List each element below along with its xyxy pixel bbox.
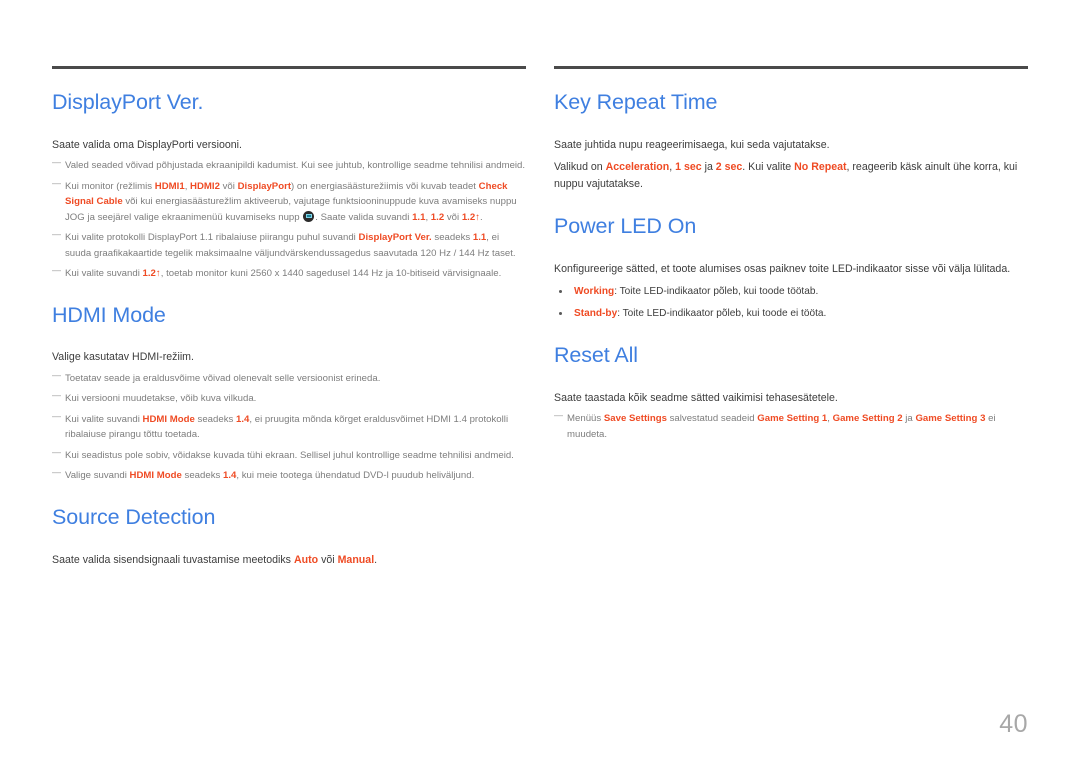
note-version-flicker: Kui versiooni muudetakse, võib kuva vilk… (52, 388, 526, 407)
lead-source-detection: Saate valida sisendsignaali tuvastamise … (52, 553, 378, 566)
left-column: DisplayPort Ver. Saate valida oma Displa… (52, 66, 526, 568)
highlight-term: DisplayPort Ver. (358, 232, 432, 244)
highlight-term: No Repeat (794, 161, 847, 174)
section-title-displayport-ver: DisplayPort Ver. (52, 90, 204, 114)
right-column-top-rule (554, 66, 1028, 69)
highlight-term: Save Settings (603, 413, 667, 425)
section-title-key-repeat-time: Key Repeat Time (554, 90, 718, 114)
highlight-term: 1 sec (675, 161, 702, 174)
highlight-term: Stand-by (574, 308, 618, 320)
section-displayport-ver: DisplayPort Ver. Saate valida oma Displa… (52, 90, 526, 282)
section-power-led-on: Power LED On Konfigureerige sätted, et t… (554, 213, 1028, 322)
two-column-layout: DisplayPort Ver. Saate valida oma Displa… (52, 66, 1028, 568)
note-blank-screen: Kui seadistus pole sobiv, võidakse kuvad… (52, 445, 526, 464)
note-dp12-support: Kui valite suvandi 1.2↑, toetab monitor … (52, 263, 526, 282)
highlight-term: Game Setting 3 (915, 413, 986, 425)
section-hdmi-mode: HDMI Mode Valige kasutatav HDMI-režiim. … (52, 302, 526, 484)
bullet-standby: Stand-by: Toite LED-indikaator põleb, ku… (554, 306, 1028, 322)
highlight-term: Game Setting 1 (757, 413, 828, 425)
jog-menu-icon (303, 210, 315, 222)
highlight-term: 1.2↑ (461, 211, 481, 223)
note-save-settings: Menüüs Save Settings salvestatud seadeid… (554, 408, 1028, 442)
page-number: 40 (999, 710, 1028, 738)
highlight-term: 2 sec (715, 161, 743, 174)
highlight-term: DisplayPort (237, 180, 292, 192)
note-dp11-bandwidth: Kui valite protokolli DisplayPort 1.1 ri… (52, 227, 526, 261)
section-title-hdmi-mode: HDMI Mode (52, 302, 166, 327)
body-key-repeat-time: Valikud on Acceleration, 1 sec ja 2 sec.… (554, 161, 1018, 190)
note-wrong-settings: Valed seaded võivad põhjustada ekraanipi… (52, 155, 526, 174)
section-source-detection: Source Detection Saate valida sisendsign… (52, 505, 526, 568)
note-dvd-audio: Valige suvandi HDMI Mode seadeks 1.4, ku… (52, 466, 526, 484)
note-device-resolution: Toetatav seade ja eraldusvõime võivad ol… (52, 368, 526, 387)
lead-displayport-ver: Saate valida oma DisplayPorti versiooni. (52, 138, 243, 151)
lead-hdmi-mode: Valige kasutatav HDMI-režiim. (52, 351, 194, 364)
section-reset-all: Reset All Saate taastada kõik seadme sät… (554, 344, 1028, 442)
highlight-term: 1.1 (412, 211, 426, 223)
left-column-top-rule (52, 66, 526, 69)
highlight-term: 1.2↑ (142, 268, 161, 280)
highlight-term: 1.1 (472, 232, 487, 244)
lead-key-repeat-time: Saate juhtida nupu reageerimisaega, kui … (554, 138, 830, 151)
highlight-term: 1.4 (223, 470, 237, 482)
highlight-term: Working (574, 285, 615, 297)
highlight-term: HDMI Mode (129, 470, 182, 482)
highlight-term: Acceleration (605, 161, 670, 174)
lead-reset-all: Saate taastada kõik seadme sätted vaikim… (554, 391, 838, 404)
section-key-repeat-time: Key Repeat Time Saate juhtida nupu reage… (554, 90, 1028, 193)
manual-page: DisplayPort Ver. Saate valida oma Displa… (0, 0, 1080, 763)
highlight-term: 1.2 (430, 211, 445, 223)
section-title-power-led-on: Power LED On (554, 213, 697, 238)
highlight-term: Auto (293, 553, 319, 566)
notes-hdmi-mode: Toetatav seade ja eraldusvõime võivad ol… (52, 368, 526, 484)
section-title-source-detection: Source Detection (52, 505, 216, 529)
right-column: Key Repeat Time Saate juhtida nupu reage… (554, 66, 1028, 568)
notes-reset-all: Menüüs Save Settings salvestatud seadeid… (554, 408, 1028, 442)
highlight-term: HDMI Mode (142, 413, 195, 425)
bullets-power-led-on: Working: Toite LED-indikaator põleb, kui… (554, 284, 1028, 322)
highlight-term: HDMI2 (190, 180, 220, 192)
note-power-saving: Kui monitor (režlimis HDMI1, HDMI2 või D… (52, 176, 526, 226)
bullet-working: Working: Toite LED-indikaator põleb, kui… (554, 284, 1028, 300)
highlight-term: Game Setting 2 (832, 413, 903, 425)
highlight-term: 1.4 (236, 413, 250, 425)
section-title-reset-all: Reset All (554, 343, 638, 368)
highlight-term: Manual (337, 553, 375, 566)
lead-power-led-on: Konfigureerige sätted, et toote alumises… (554, 262, 1011, 275)
highlight-term: HDMI1 (154, 180, 185, 192)
note-hdmi14-limit: Kui valite suvandi HDMI Mode seadeks 1.4… (52, 409, 526, 443)
notes-displayport-ver: Valed seaded võivad põhjustada ekraanipi… (52, 155, 526, 282)
